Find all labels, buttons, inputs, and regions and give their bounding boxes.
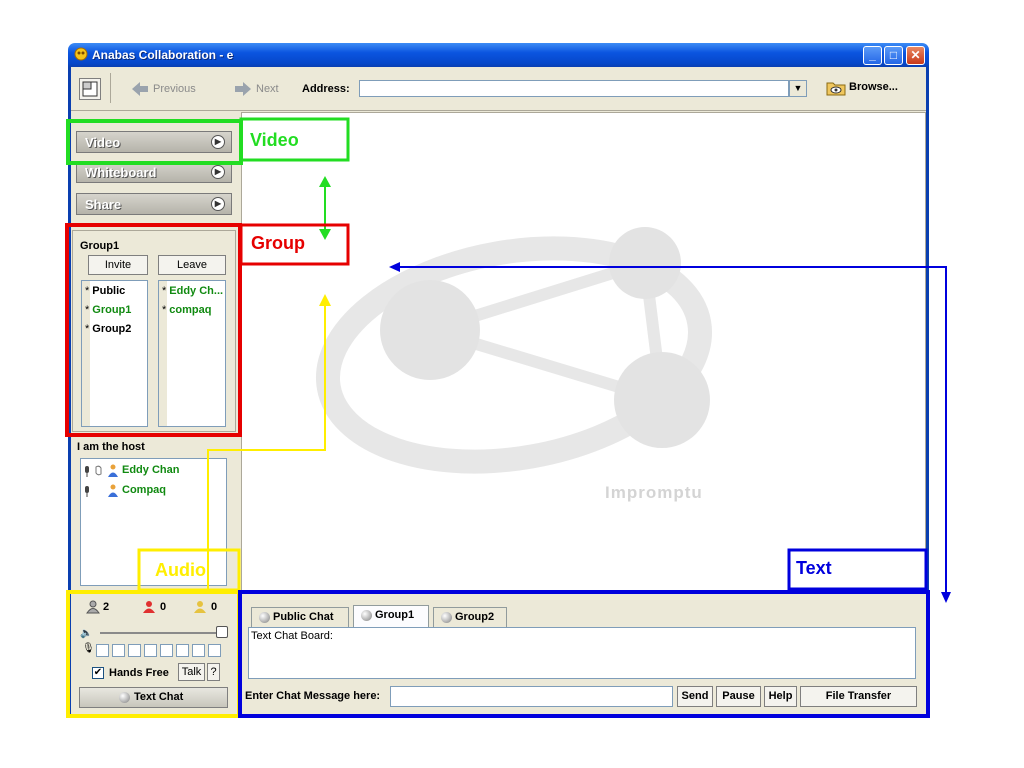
tab-group1[interactable]: Group1: [353, 605, 429, 627]
host-user-name: Compaq: [122, 484, 166, 496]
video-nav-button[interactable]: Video ▶: [76, 131, 232, 153]
text-chat-label: Text Chat: [134, 691, 184, 703]
address-label: Address:: [302, 83, 350, 95]
chat-message-input[interactable]: [390, 686, 673, 707]
help-button[interactable]: Help: [764, 686, 797, 707]
chat-message-label: Enter Chat Message here:: [245, 690, 381, 702]
bullet-icon: [441, 612, 452, 623]
address-dropdown-button[interactable]: ▼: [789, 80, 807, 97]
layout-toggle-button[interactable]: [79, 78, 101, 100]
mic-hand-user-icon: [85, 464, 118, 477]
tab-group2[interactable]: Group2: [433, 607, 507, 627]
group-list: * Public * Group1 * Group2: [81, 280, 148, 427]
tab-public-chat[interactable]: Public Chat: [251, 607, 349, 627]
share-nav-button[interactable]: Share ▶: [76, 193, 232, 215]
volume-slider-track[interactable]: [100, 632, 228, 634]
previous-arrow-icon: [132, 82, 148, 96]
red-user-icon: [143, 601, 155, 613]
window-layout-icon: [82, 81, 98, 97]
whiteboard-nav-label: Whiteboard: [85, 165, 157, 180]
host-user-name: Eddy Chan: [122, 464, 180, 476]
file-transfer-button[interactable]: File Transfer: [800, 686, 917, 707]
address-input[interactable]: [359, 80, 789, 97]
browse-label: Browse...: [849, 81, 898, 93]
audio-help-button[interactable]: ?: [207, 663, 220, 681]
window-title: Anabas Collaboration - e: [92, 48, 234, 62]
audio-counters: 2 0 0: [78, 600, 228, 618]
list-item[interactable]: * compaq: [162, 304, 211, 316]
video-nav-label: Video: [85, 135, 121, 150]
bullet-icon: [119, 692, 130, 703]
bullet-icon: [259, 612, 270, 623]
text-chat-button[interactable]: Text Chat: [79, 687, 228, 708]
list-item[interactable]: * Public: [85, 285, 125, 297]
yellow-user-count: 0: [211, 601, 218, 613]
list-item[interactable]: * Group1: [85, 304, 131, 316]
chat-board-label: Text Chat Board:: [251, 630, 333, 642]
member-list: * Eddy Ch... * compaq: [158, 280, 226, 427]
speaker-icon: 🔈: [80, 628, 93, 639]
main-canvas[interactable]: Impromptu: [241, 112, 926, 593]
users-icon: [86, 600, 100, 614]
list-item[interactable]: * Group2: [85, 323, 131, 335]
mic-icon: 🎙: [82, 643, 95, 654]
browse-button[interactable]: Browse...: [826, 78, 912, 99]
minimize-button[interactable]: _: [863, 46, 882, 65]
play-arrow-icon: ▶: [211, 135, 225, 149]
talk-button[interactable]: Talk: [178, 663, 205, 681]
leave-button[interactable]: Leave: [158, 255, 226, 275]
whiteboard-nav-button[interactable]: Whiteboard ▶: [76, 161, 232, 183]
host-title: I am the host: [77, 441, 145, 453]
title-bar[interactable]: Anabas Collaboration - e _ □ ✕: [68, 43, 929, 67]
chat-board: Text Chat Board:: [248, 627, 916, 679]
toolbar-separator: [110, 73, 111, 103]
folder-eye-icon: [826, 82, 846, 96]
host-user-list: Eddy Chan Compaq: [80, 458, 227, 586]
hands-free-checkbox[interactable]: ✔: [92, 667, 104, 679]
maximize-button[interactable]: □: [884, 46, 903, 65]
yellow-user-icon: [194, 601, 206, 613]
hands-free-label: Hands Free: [109, 667, 169, 679]
send-button[interactable]: Send: [677, 686, 713, 707]
volume-slider-thumb[interactable]: [216, 626, 228, 638]
play-arrow-icon: ▶: [211, 197, 225, 211]
pause-button[interactable]: Pause: [716, 686, 761, 707]
impromptu-logo: [315, 227, 713, 474]
close-button[interactable]: ✕: [906, 46, 925, 65]
bullet-icon: [361, 610, 372, 621]
play-arrow-icon: ▶: [211, 165, 225, 179]
invite-button[interactable]: Invite: [88, 255, 148, 275]
list-item[interactable]: * Eddy Ch...: [162, 285, 223, 297]
red-user-count: 0: [160, 601, 167, 613]
app-icon: [74, 47, 88, 61]
group-title: Group1: [80, 240, 120, 252]
next-label: Next: [256, 83, 279, 95]
share-nav-label: Share: [85, 197, 122, 212]
watermark-text: Impromptu: [605, 483, 703, 502]
next-arrow-icon: [235, 82, 251, 96]
previous-label: Previous: [153, 83, 196, 95]
mic-user-icon: [85, 484, 118, 497]
user-count: 2: [103, 601, 110, 613]
